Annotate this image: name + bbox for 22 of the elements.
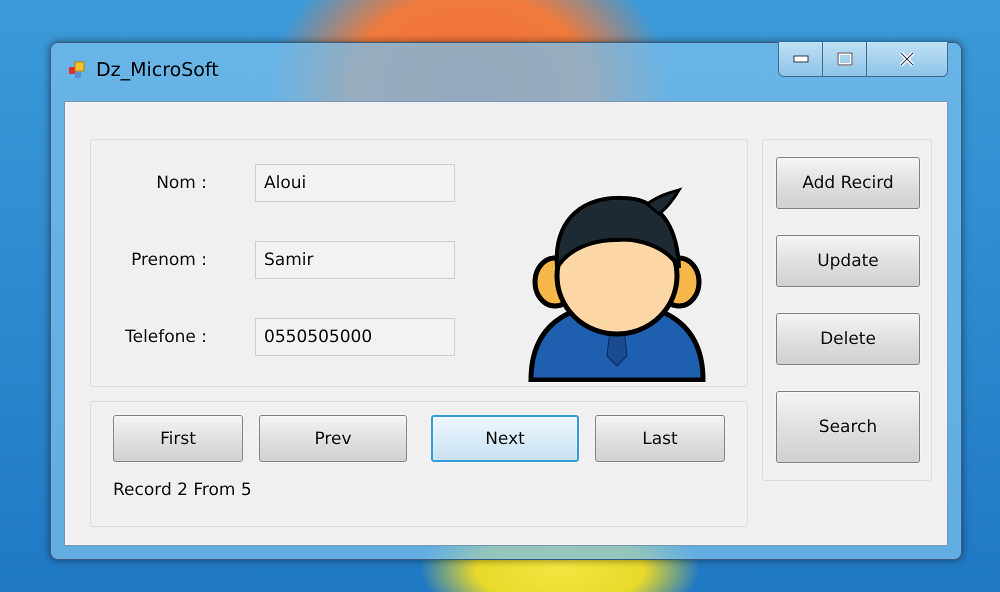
field-label: Prenom : bbox=[130, 250, 207, 270]
input-field[interactable]: Samir bbox=[255, 241, 455, 279]
close-icon bbox=[898, 51, 916, 67]
field-label: Nom : bbox=[155, 173, 207, 193]
navigation-button[interactable]: First bbox=[113, 415, 243, 462]
action-button[interactable]: Add Recird bbox=[776, 157, 920, 209]
action-button[interactable]: Search bbox=[776, 391, 920, 463]
minimize-button[interactable] bbox=[779, 42, 823, 76]
maximize-button[interactable] bbox=[823, 42, 867, 76]
window-title: Dz_MicroSoft bbox=[96, 59, 219, 81]
minimize-icon bbox=[792, 55, 808, 63]
navigation-button[interactable]: Next bbox=[431, 415, 579, 462]
action-button[interactable]: Delete bbox=[776, 313, 920, 365]
input-field[interactable]: Aloui bbox=[255, 164, 455, 202]
maximize-icon bbox=[836, 52, 852, 66]
app-icon bbox=[68, 61, 86, 79]
navigation-button[interactable]: Last bbox=[595, 415, 725, 462]
navigation-button[interactable]: Prev bbox=[259, 415, 407, 462]
field-label: Telefone : bbox=[124, 327, 207, 347]
record-status-text: Record 2 From 5 bbox=[113, 480, 253, 500]
input-field[interactable]: 0550505000 bbox=[255, 318, 455, 356]
action-button[interactable]: Update bbox=[776, 235, 920, 287]
